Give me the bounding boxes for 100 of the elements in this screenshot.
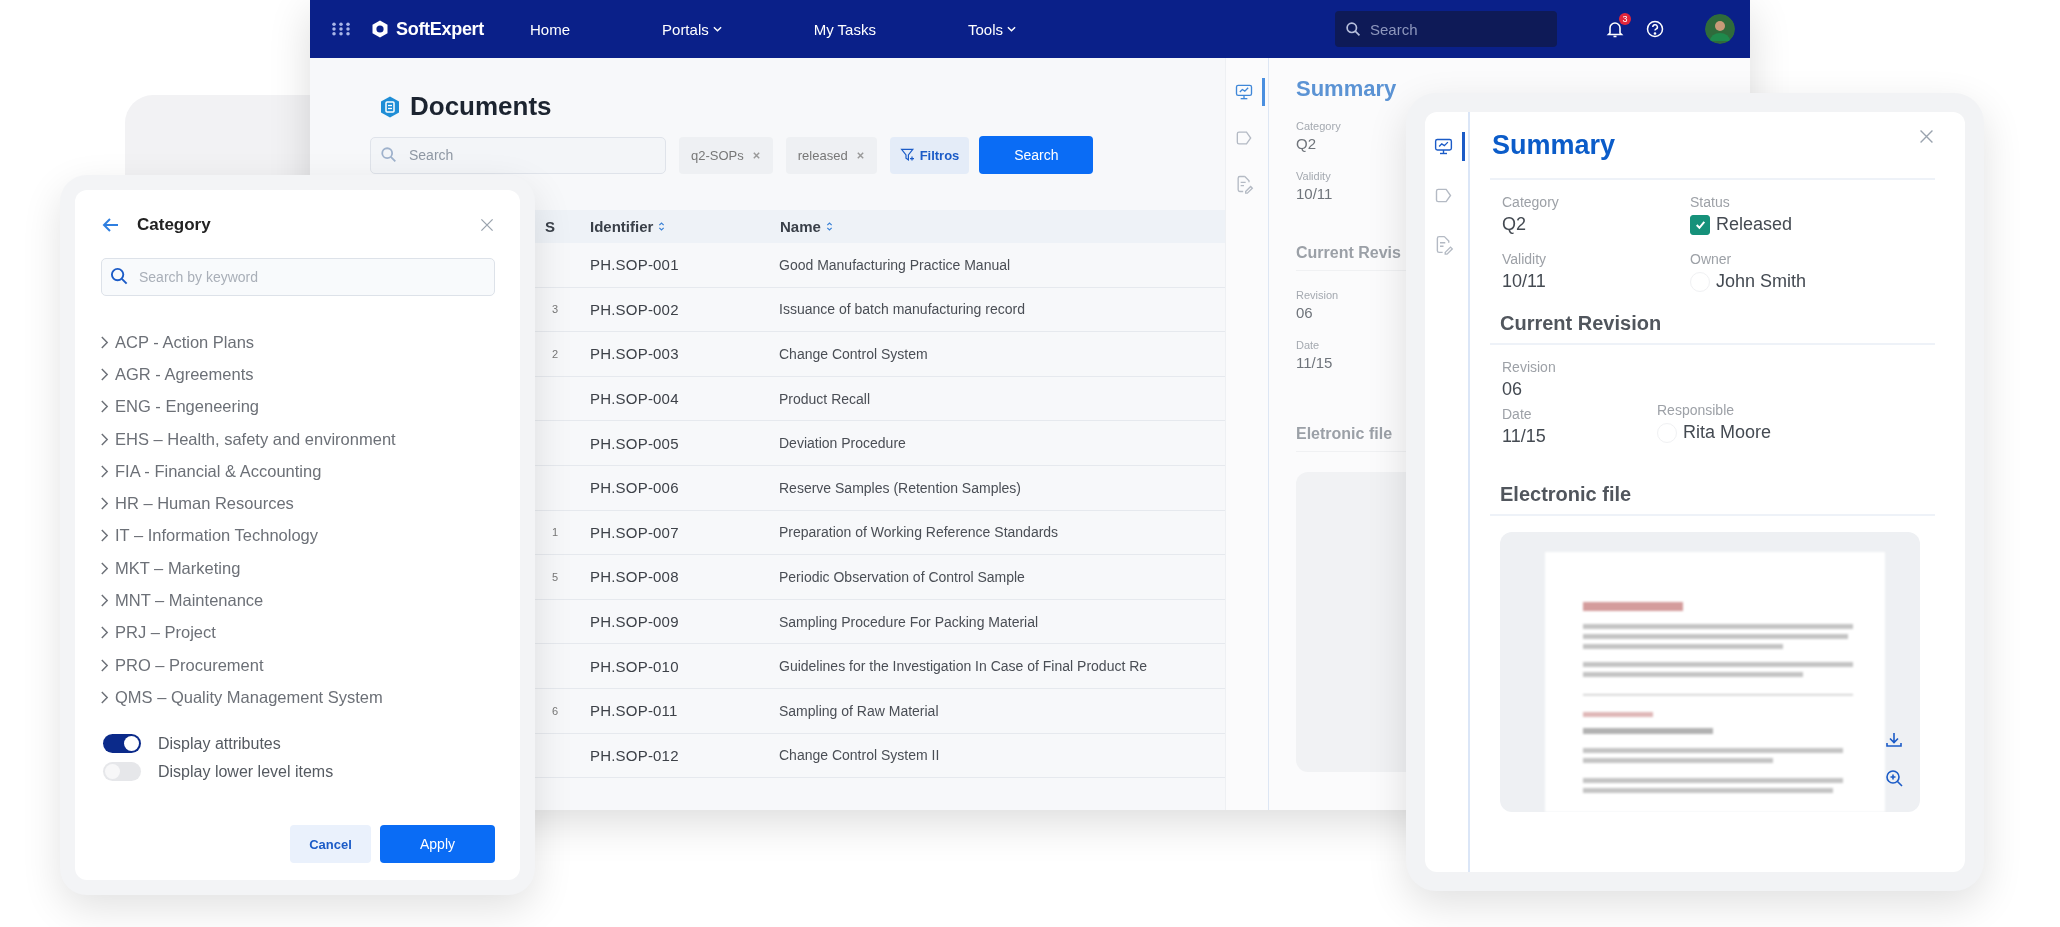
- field-value: 06: [1502, 379, 1524, 400]
- search-icon: [110, 267, 129, 286]
- nav-item[interactable]: Tools: [959, 14, 1024, 44]
- nav-item[interactable]: Portals: [654, 14, 730, 44]
- table-cell-text: Periodic Observation of Control Sample: [778, 568, 1026, 585]
- field-label: Owner: [1690, 251, 1733, 267]
- table-cell-text: PH.SOP-005: [589, 434, 680, 452]
- close-icon[interactable]: [479, 217, 495, 233]
- table-cell-text: Sampling of Raw Material: [778, 702, 940, 719]
- toggle-label: Display lower level items: [158, 762, 334, 781]
- nav-item[interactable]: Home: [522, 14, 579, 44]
- field-value: 11/15: [1296, 354, 1333, 371]
- close-icon[interactable]: [1918, 128, 1935, 145]
- checkbox[interactable]: [1690, 214, 1710, 235]
- field-label: Validity: [1296, 170, 1331, 182]
- download-icon[interactable]: [1884, 730, 1904, 750]
- field-label: Revision: [1502, 359, 1557, 375]
- monitor-icon: [1432, 136, 1454, 157]
- zoom-in-icon[interactable]: [1884, 768, 1904, 788]
- search-button[interactable]: Search: [979, 136, 1094, 174]
- field-label: Status: [1690, 194, 1731, 210]
- field-value: John Smith: [1716, 271, 1807, 292]
- search-field[interactable]: Search: [1335, 11, 1557, 47]
- column-header: S: [544, 218, 555, 235]
- table-cell-text: Preparation of Working Reference Standards: [778, 524, 1060, 541]
- sort-icon: [658, 221, 666, 232]
- field-label: Revision: [1296, 289, 1339, 301]
- table-cell: 5: [552, 570, 559, 583]
- brand-name: SoftExpert: [396, 18, 484, 40]
- toggle-switch[interactable]: [103, 762, 141, 782]
- logo-icon: [370, 19, 390, 39]
- filter-button[interactable]: Filtros: [889, 136, 970, 174]
- field-value: 10/11: [1296, 185, 1333, 202]
- field-label: Responsible: [1657, 402, 1736, 418]
- table-cell: 3: [552, 303, 559, 316]
- section-heading: Current Revision: [1490, 312, 1935, 345]
- table-cell-text: Issuance of batch manufacturing record: [778, 301, 1026, 318]
- search-field[interactable]: Search by keyword: [101, 258, 495, 296]
- tree-item[interactable]: QMS – Quality Management System: [100, 681, 520, 714]
- avatar[interactable]: [1705, 14, 1735, 44]
- table-cell-text: PH.SOP-010: [589, 657, 680, 675]
- search-field[interactable]: Search: [370, 136, 666, 174]
- field-value: 11/15: [1502, 426, 1547, 447]
- filter-icon: [899, 147, 916, 163]
- document-icon: [378, 94, 402, 119]
- remove-icon[interactable]: [751, 150, 761, 160]
- cancel-button[interactable]: Cancel: [290, 825, 371, 863]
- bell-icon[interactable]: [1605, 19, 1625, 39]
- dialog-title: Category: [137, 215, 211, 235]
- table-cell-text: Sampling Procedure For Packing Material: [778, 613, 1040, 630]
- page-title: Documents: [410, 91, 552, 122]
- column-header[interactable]: Name: [770, 218, 833, 235]
- table-cell-text: Deviation Procedure: [778, 435, 907, 452]
- table-cell-text: PH.SOP-011: [589, 702, 679, 720]
- tree-item[interactable]: ENG - Engeneering: [100, 390, 520, 423]
- filter-chip[interactable]: released: [785, 136, 877, 174]
- section-heading: Electronic file: [1490, 483, 1935, 516]
- notification-badge: 3: [1619, 13, 1631, 25]
- table-cell-text: PH.SOP-008: [589, 568, 680, 586]
- table-cell: 2: [552, 348, 559, 360]
- caret-icon: [712, 26, 722, 32]
- tree-item[interactable]: FIA - Financial & Accounting: [100, 455, 520, 488]
- sort-icon: [825, 221, 833, 232]
- tree-item[interactable]: PRJ – Project: [100, 616, 520, 649]
- column-header[interactable]: Identifier: [580, 218, 666, 235]
- apply-button[interactable]: Apply: [380, 825, 495, 863]
- field-label: Date: [1502, 406, 1533, 422]
- table-cell-text: Change Control System: [778, 346, 929, 362]
- toggle-switch[interactable]: [103, 734, 141, 754]
- tree-item[interactable]: HR – Human Resources: [100, 487, 520, 520]
- filter-chip[interactable]: q2-SOPs: [679, 136, 773, 174]
- search-icon: [380, 145, 398, 164]
- table-cell-text: PH.SOP-004: [589, 390, 680, 408]
- field-value: Q2: [1296, 135, 1316, 152]
- table-cell-text: PH.SOP-012: [589, 746, 680, 764]
- tree-item[interactable]: AGR - Agreements: [100, 358, 520, 391]
- table-cell-text: PH.SOP-009: [589, 613, 680, 631]
- table-cell: 1: [552, 526, 559, 539]
- nav-item[interactable]: My Tasks: [805, 14, 884, 44]
- tree-item[interactable]: EHS – Health, safety and environment: [100, 422, 520, 456]
- table-cell-text: PH.SOP-006: [589, 479, 680, 497]
- tree-item[interactable]: MNT – Maintenance: [100, 584, 520, 617]
- table-cell: 6: [552, 704, 559, 717]
- remove-icon[interactable]: [855, 150, 865, 160]
- field-value: Q2: [1502, 214, 1527, 235]
- tree-item[interactable]: PRO – Procurement: [100, 648, 520, 682]
- field-label: Category: [1296, 120, 1341, 132]
- table-cell-text: Change Control System II: [778, 747, 941, 764]
- table-cell-text: PH.SOP-002: [589, 300, 680, 318]
- toggle-label: Display attributes: [158, 734, 281, 753]
- table-cell-text: Product Recall: [778, 390, 872, 407]
- field-value: Rita Moore: [1683, 422, 1772, 443]
- panel-title: Summary: [1296, 76, 1397, 102]
- tree-item[interactable]: MKT – Marketing: [100, 552, 520, 585]
- table-cell-text: Good Manufacturing Practice Manual: [778, 256, 1012, 273]
- app-grid-icon[interactable]: [330, 22, 352, 36]
- tree-item[interactable]: IT – Information Technology: [100, 519, 520, 553]
- help-icon[interactable]: [1645, 19, 1665, 39]
- table-cell-text: PH.SOP-007: [589, 523, 680, 541]
- tree-item[interactable]: ACP - Action Plans: [100, 326, 520, 359]
